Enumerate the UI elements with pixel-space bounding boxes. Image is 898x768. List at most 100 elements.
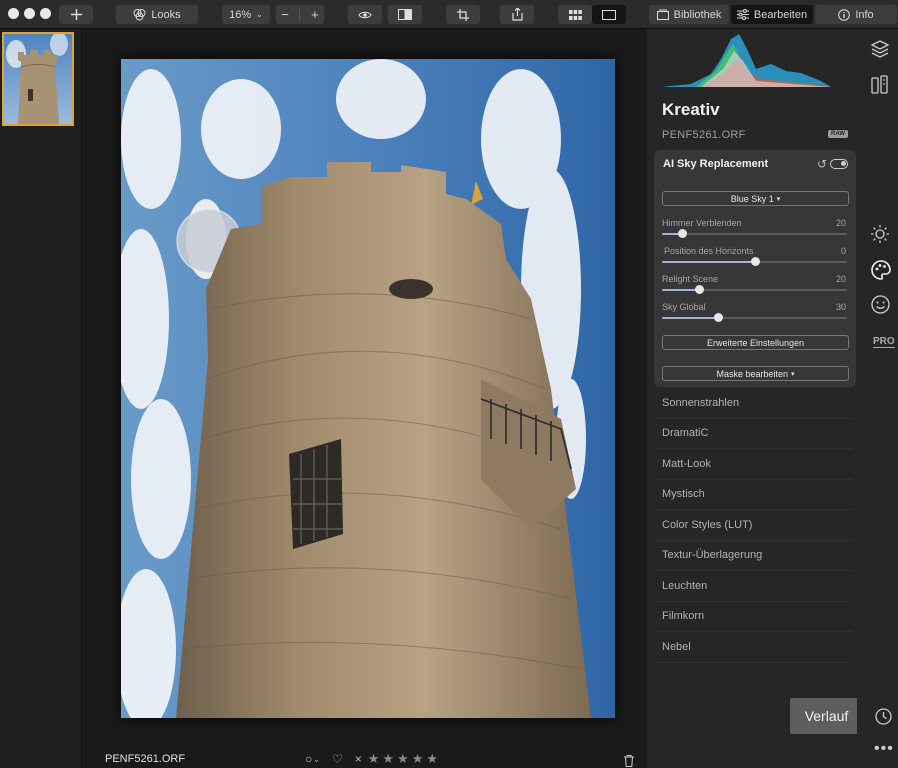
filter-item[interactable]: Matt-Look <box>654 449 852 480</box>
looks-button[interactable]: Looks <box>116 5 198 24</box>
face-portrait-icon[interactable] <box>871 295 890 314</box>
pro-tools-icon[interactable]: PRO <box>873 336 895 348</box>
history-clock-icon[interactable] <box>875 708 892 725</box>
sky-replacement-module: AI Sky Replacement ↺ Blue Sky 1 ▾ Himmer… <box>654 150 856 387</box>
tower-photo-image <box>121 59 615 718</box>
info-icon <box>838 8 851 21</box>
tab-bibliothek[interactable]: Bibliothek <box>649 5 729 24</box>
slider-label: Relight Scene <box>662 274 719 284</box>
slider-value: 20 <box>835 218 846 228</box>
crop-icon <box>457 8 469 21</box>
filter-item[interactable]: Nebel <box>654 632 852 663</box>
tab-info-label: Info <box>855 8 874 21</box>
star-rating[interactable]: ★ ★ ★ ★ ★ <box>368 751 438 767</box>
zoom-stepper[interactable]: − + <box>276 5 324 24</box>
sky-preset-select[interactable]: Blue Sky 1 ▾ <box>662 191 849 206</box>
photo-info-bar: PENF5261.ORF ○ ⌄ ♡ × ★ ★ ★ ★ ★ <box>83 748 646 768</box>
slider-fill <box>662 317 718 319</box>
filter-item[interactable]: Sonnenstrahlen <box>654 388 852 419</box>
palette-creative-icon[interactable] <box>871 260 891 280</box>
slider-handle[interactable] <box>695 285 704 294</box>
slider-track[interactable] <box>662 313 847 322</box>
tool-rail: PRO ••• <box>857 29 898 768</box>
sun-essentials-icon[interactable] <box>871 225 889 243</box>
photo-thumbnail[interactable] <box>2 32 74 126</box>
sliders-icon <box>736 9 749 20</box>
slider-handle[interactable] <box>678 229 688 238</box>
color-label-chevron-icon[interactable]: ⌄ <box>313 755 320 764</box>
slider-value: 30 <box>835 302 846 312</box>
share-button[interactable] <box>500 5 534 24</box>
share-icon <box>511 8 523 21</box>
sky-module-title[interactable]: AI Sky Replacement <box>663 158 768 170</box>
layers-icon[interactable] <box>871 40 889 58</box>
library-icon <box>656 9 669 20</box>
slider-handle[interactable] <box>750 257 760 266</box>
chevron-down-icon: ⌄ <box>256 10 263 19</box>
slider-track[interactable] <box>662 229 847 238</box>
slider-label: Sky Global <box>662 302 706 312</box>
star-icon[interactable]: ★ <box>397 751 409 767</box>
zoom-value: 16% <box>229 8 252 21</box>
zoom-out-icon[interactable]: − <box>281 7 289 22</box>
slider-handle[interactable] <box>713 313 723 322</box>
looks-icon <box>133 9 146 21</box>
history-label: Verlauf <box>804 708 849 724</box>
star-icon[interactable]: ★ <box>426 751 438 767</box>
add-button[interactable] <box>59 5 93 24</box>
filter-item[interactable]: Mystisch <box>654 480 852 510</box>
photo-canvas: PENF5261.ORF ○ ⌄ ♡ × ★ ★ ★ ★ ★ <box>83 29 646 768</box>
edit-panel: Kreativ PENF5261.ORF RAW AI Sky Replacem… <box>647 29 857 768</box>
window-minimize-button[interactable] <box>24 8 35 19</box>
slider-track[interactable] <box>662 285 847 294</box>
single-image-icon <box>602 9 616 20</box>
advanced-settings-button[interactable]: Erweiterte Einstellungen <box>662 335 849 350</box>
slider-label: Position des Horizonts <box>664 246 754 256</box>
module-toggle[interactable] <box>830 159 848 169</box>
reject-icon[interactable]: × <box>355 752 362 766</box>
rating-controls: ○ ⌄ ♡ × ★ ★ ★ ★ ★ <box>305 751 438 767</box>
tab-bearbeiten[interactable]: Bearbeiten <box>731 5 813 24</box>
filter-item[interactable]: DramatiC <box>654 419 852 449</box>
slider-fill <box>662 289 699 291</box>
slider-value: 0 <box>840 246 846 256</box>
slider-fill <box>662 261 755 263</box>
panel-title: Kreativ <box>662 100 720 119</box>
plus-icon <box>70 9 82 20</box>
raw-badge: RAW <box>828 130 848 138</box>
stepper-divider <box>299 8 301 21</box>
grid-view-button[interactable] <box>558 5 592 24</box>
filter-item[interactable]: Textur-Überlagerung <box>654 541 852 571</box>
filmstrip <box>0 29 82 768</box>
star-icon[interactable]: ★ <box>382 751 394 767</box>
main-photo[interactable] <box>121 59 615 718</box>
grid-icon <box>568 9 582 20</box>
tab-info[interactable]: Info <box>815 5 897 24</box>
star-icon[interactable]: ★ <box>368 751 380 767</box>
advanced-settings-label: Erweiterte Einstellungen <box>706 337 805 348</box>
crop-button[interactable] <box>446 5 480 24</box>
trash-icon[interactable] <box>624 755 634 767</box>
preview-button[interactable] <box>348 5 382 24</box>
filter-item[interactable]: Leuchten <box>654 571 852 602</box>
window-close-button[interactable] <box>8 8 19 19</box>
window-zoom-button[interactable] <box>40 8 51 19</box>
single-view-button[interactable] <box>592 5 626 24</box>
edit-mask-button[interactable]: Maske bearbeiten ▾ <box>662 366 849 381</box>
history-button[interactable]: Verlauf <box>790 698 863 734</box>
tower-thumbnail-image <box>6 34 68 124</box>
more-options-icon[interactable]: ••• <box>874 740 894 758</box>
zoom-dropdown[interactable]: 16% ⌄ <box>222 5 270 24</box>
compare-button[interactable] <box>388 5 422 24</box>
color-label-circle-icon[interactable]: ○ <box>305 752 312 766</box>
filter-list: Sonnenstrahlen DramatiC Matt-Look Mystisch C… <box>654 388 852 663</box>
undo-icon[interactable]: ↺ <box>817 157 827 171</box>
zoom-in-icon[interactable]: + <box>311 7 319 22</box>
favorite-heart-icon[interactable]: ♡ <box>332 752 343 766</box>
slider-track[interactable] <box>662 257 847 266</box>
slider-value: 20 <box>835 274 846 284</box>
filter-item[interactable]: Color Styles (LUT) <box>654 510 852 541</box>
filter-item[interactable]: Filmkorn <box>654 602 852 632</box>
canvas-tools-icon[interactable] <box>871 75 889 95</box>
star-icon[interactable]: ★ <box>412 751 424 767</box>
